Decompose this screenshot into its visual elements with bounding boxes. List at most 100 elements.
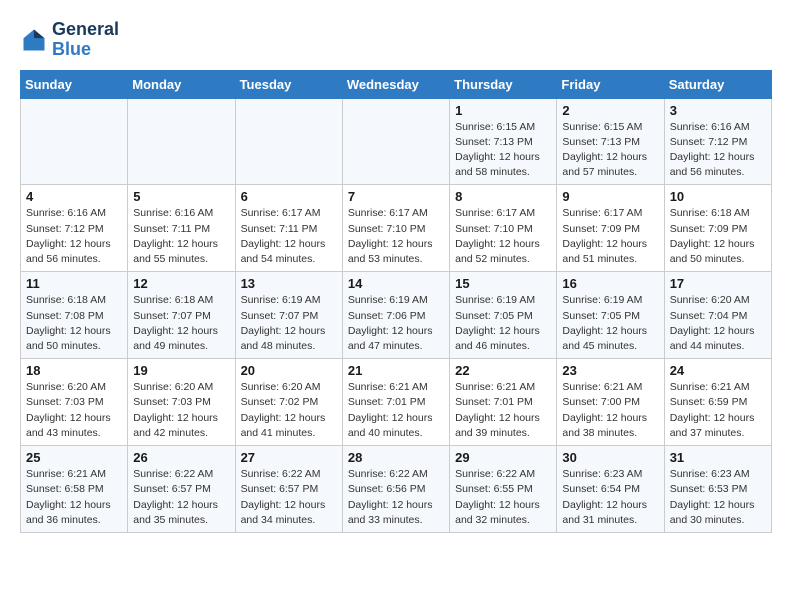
day-number: 13 [241, 276, 337, 291]
header-cell-friday: Friday [557, 70, 664, 98]
day-number: 25 [26, 450, 122, 465]
header-cell-saturday: Saturday [664, 70, 771, 98]
day-number: 30 [562, 450, 658, 465]
day-cell: 7 Sunrise: 6:17 AM Sunset: 7:10 PM Daylig… [342, 185, 449, 272]
day-cell: 18 Sunrise: 6:20 AM Sunset: 7:03 PM Dayli… [21, 359, 128, 446]
day-number: 18 [26, 363, 122, 378]
day-info: Sunrise: 6:22 AM Sunset: 6:57 PM Dayligh… [133, 467, 229, 528]
day-number: 26 [133, 450, 229, 465]
day-info: Sunrise: 6:21 AM Sunset: 7:01 PM Dayligh… [348, 380, 444, 441]
day-info: Sunrise: 6:22 AM Sunset: 6:56 PM Dayligh… [348, 467, 444, 528]
day-cell: 27 Sunrise: 6:22 AM Sunset: 6:57 PM Dayli… [235, 446, 342, 533]
week-row-5: 25Sunrise: 6:21 AM Sunset: 6:58 PM Dayli… [21, 446, 772, 533]
day-info: Sunrise: 6:22 AM Sunset: 6:55 PM Dayligh… [455, 467, 551, 528]
day-number: 31 [670, 450, 766, 465]
header-row: SundayMondayTuesdayWednesdayThursdayFrid… [21, 70, 772, 98]
day-info: Sunrise: 6:20 AM Sunset: 7:02 PM Dayligh… [241, 380, 337, 441]
calendar-header: SundayMondayTuesdayWednesdayThursdayFrid… [21, 70, 772, 98]
day-info: Sunrise: 6:17 AM Sunset: 7:09 PM Dayligh… [562, 206, 658, 267]
day-number: 8 [455, 189, 551, 204]
day-cell: 12 Sunrise: 6:18 AM Sunset: 7:07 PM Dayli… [128, 272, 235, 359]
day-cell: 16 Sunrise: 6:19 AM Sunset: 7:05 PM Dayli… [557, 272, 664, 359]
header-cell-wednesday: Wednesday [342, 70, 449, 98]
day-number: 24 [670, 363, 766, 378]
day-info: Sunrise: 6:20 AM Sunset: 7:03 PM Dayligh… [133, 380, 229, 441]
day-cell: 13 Sunrise: 6:19 AM Sunset: 7:07 PM Dayli… [235, 272, 342, 359]
week-row-4: 18 Sunrise: 6:20 AM Sunset: 7:03 PM Dayli… [21, 359, 772, 446]
day-number: 10 [670, 189, 766, 204]
logo-icon [20, 26, 48, 54]
day-cell: 14 Sunrise: 6:19 AM Sunset: 7:06 PM Dayli… [342, 272, 449, 359]
day-number: 1 [455, 103, 551, 118]
day-number: 27 [241, 450, 337, 465]
day-info: Sunrise: 6:19 AM Sunset: 7:06 PM Dayligh… [348, 293, 444, 354]
day-cell: 8 Sunrise: 6:17 AM Sunset: 7:10 PM Daylig… [450, 185, 557, 272]
day-number: 19 [133, 363, 229, 378]
day-info: Sunrise: 6:18 AM Sunset: 7:08 PM Dayligh… [26, 293, 122, 354]
day-cell: 15Sunrise: 6:19 AM Sunset: 7:05 PM Dayli… [450, 272, 557, 359]
page-header: General Blue [20, 20, 772, 60]
day-cell: 29 Sunrise: 6:22 AM Sunset: 6:55 PM Dayli… [450, 446, 557, 533]
day-cell: 6Sunrise: 6:17 AM Sunset: 7:11 PM Daylig… [235, 185, 342, 272]
day-cell: 26 Sunrise: 6:22 AM Sunset: 6:57 PM Dayli… [128, 446, 235, 533]
day-cell: 21Sunrise: 6:21 AM Sunset: 7:01 PM Dayli… [342, 359, 449, 446]
day-cell [235, 98, 342, 185]
header-cell-thursday: Thursday [450, 70, 557, 98]
day-cell: 22Sunrise: 6:21 AM Sunset: 7:01 PM Dayli… [450, 359, 557, 446]
day-cell: 10 Sunrise: 6:18 AM Sunset: 7:09 PM Dayli… [664, 185, 771, 272]
day-number: 28 [348, 450, 444, 465]
day-info: Sunrise: 6:22 AM Sunset: 6:57 PM Dayligh… [241, 467, 337, 528]
day-cell [342, 98, 449, 185]
day-info: Sunrise: 6:19 AM Sunset: 7:05 PM Dayligh… [455, 293, 551, 354]
day-number: 14 [348, 276, 444, 291]
day-number: 2 [562, 103, 658, 118]
day-info: Sunrise: 6:18 AM Sunset: 7:07 PM Dayligh… [133, 293, 229, 354]
day-cell: 2Sunrise: 6:15 AM Sunset: 7:13 PM Daylig… [557, 98, 664, 185]
calendar-body: 1 Sunrise: 6:15 AM Sunset: 7:13 PM Daylig… [21, 98, 772, 532]
day-number: 22 [455, 363, 551, 378]
day-info: Sunrise: 6:16 AM Sunset: 7:12 PM Dayligh… [670, 120, 766, 181]
day-number: 7 [348, 189, 444, 204]
calendar-table: SundayMondayTuesdayWednesdayThursdayFrid… [20, 70, 772, 533]
day-number: 11 [26, 276, 122, 291]
day-number: 17 [670, 276, 766, 291]
day-info: Sunrise: 6:19 AM Sunset: 7:07 PM Dayligh… [241, 293, 337, 354]
logo-text: General Blue [52, 20, 119, 60]
day-cell: 31 Sunrise: 6:23 AM Sunset: 6:53 PM Dayli… [664, 446, 771, 533]
day-cell: 5Sunrise: 6:16 AM Sunset: 7:11 PM Daylig… [128, 185, 235, 272]
day-number: 29 [455, 450, 551, 465]
day-number: 16 [562, 276, 658, 291]
day-cell: 20 Sunrise: 6:20 AM Sunset: 7:02 PM Dayli… [235, 359, 342, 446]
day-cell: 19 Sunrise: 6:20 AM Sunset: 7:03 PM Dayli… [128, 359, 235, 446]
day-info: Sunrise: 6:17 AM Sunset: 7:10 PM Dayligh… [348, 206, 444, 267]
logo: General Blue [20, 20, 119, 60]
day-info: Sunrise: 6:19 AM Sunset: 7:05 PM Dayligh… [562, 293, 658, 354]
day-number: 20 [241, 363, 337, 378]
day-number: 12 [133, 276, 229, 291]
week-row-1: 1 Sunrise: 6:15 AM Sunset: 7:13 PM Daylig… [21, 98, 772, 185]
day-info: Sunrise: 6:15 AM Sunset: 7:13 PM Dayligh… [455, 120, 551, 181]
header-cell-monday: Monday [128, 70, 235, 98]
day-cell: 1 Sunrise: 6:15 AM Sunset: 7:13 PM Daylig… [450, 98, 557, 185]
week-row-2: 4Sunrise: 6:16 AM Sunset: 7:12 PM Daylig… [21, 185, 772, 272]
day-number: 5 [133, 189, 229, 204]
week-row-3: 11 Sunrise: 6:18 AM Sunset: 7:08 PM Dayli… [21, 272, 772, 359]
day-info: Sunrise: 6:21 AM Sunset: 7:00 PM Dayligh… [562, 380, 658, 441]
day-cell: 4Sunrise: 6:16 AM Sunset: 7:12 PM Daylig… [21, 185, 128, 272]
day-cell: 11 Sunrise: 6:18 AM Sunset: 7:08 PM Dayli… [21, 272, 128, 359]
day-info: Sunrise: 6:18 AM Sunset: 7:09 PM Dayligh… [670, 206, 766, 267]
day-number: 3 [670, 103, 766, 118]
day-number: 9 [562, 189, 658, 204]
day-info: Sunrise: 6:17 AM Sunset: 7:11 PM Dayligh… [241, 206, 337, 267]
day-info: Sunrise: 6:23 AM Sunset: 6:54 PM Dayligh… [562, 467, 658, 528]
day-info: Sunrise: 6:17 AM Sunset: 7:10 PM Dayligh… [455, 206, 551, 267]
day-cell: 28 Sunrise: 6:22 AM Sunset: 6:56 PM Dayli… [342, 446, 449, 533]
day-cell [128, 98, 235, 185]
day-cell: 24Sunrise: 6:21 AM Sunset: 6:59 PM Dayli… [664, 359, 771, 446]
day-info: Sunrise: 6:20 AM Sunset: 7:03 PM Dayligh… [26, 380, 122, 441]
day-cell: 3 Sunrise: 6:16 AM Sunset: 7:12 PM Daylig… [664, 98, 771, 185]
day-info: Sunrise: 6:20 AM Sunset: 7:04 PM Dayligh… [670, 293, 766, 354]
header-cell-tuesday: Tuesday [235, 70, 342, 98]
day-info: Sunrise: 6:23 AM Sunset: 6:53 PM Dayligh… [670, 467, 766, 528]
day-cell: 23Sunrise: 6:21 AM Sunset: 7:00 PM Dayli… [557, 359, 664, 446]
